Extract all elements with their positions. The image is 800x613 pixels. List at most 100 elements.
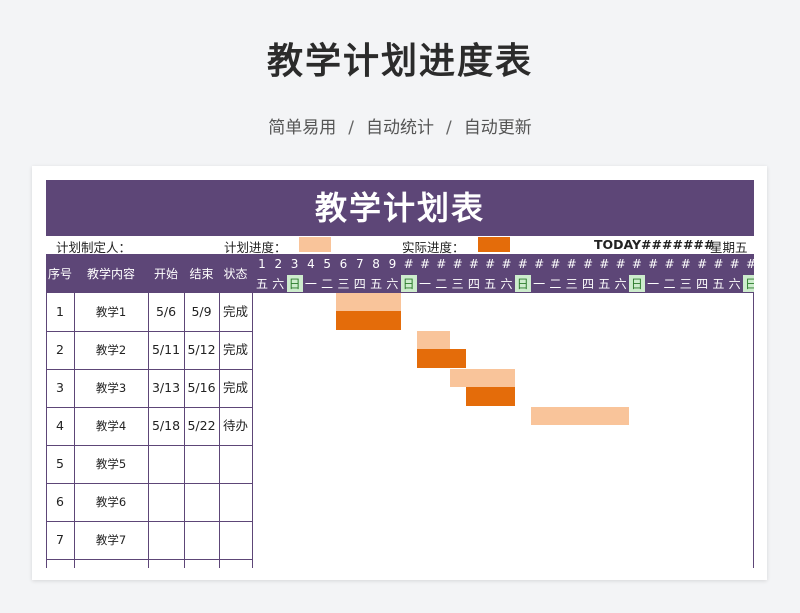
row-status: 完成: [222, 380, 248, 395]
weekday-label: 四: [467, 277, 480, 291]
weekday-label: 五: [598, 277, 611, 291]
row-end: [184, 483, 219, 521]
grid-line: [219, 293, 220, 568]
row-content: 教学3: [95, 381, 127, 395]
day-number: 3: [290, 257, 299, 271]
row-start: 5/18: [151, 418, 181, 433]
plan-bar: [531, 407, 629, 425]
row-start: 5/6: [155, 304, 177, 319]
row-end: 5/16: [187, 380, 216, 395]
actual-bar: [335, 311, 401, 330]
day-number: #: [403, 257, 414, 271]
grid-line: [252, 293, 253, 568]
row-content: 教学5: [95, 457, 127, 471]
row-status: 待办: [222, 418, 248, 433]
day-number: 6: [339, 257, 348, 271]
day-number: #: [648, 257, 659, 271]
day-number: #: [599, 257, 610, 271]
plan-bar: [417, 331, 450, 349]
row-status: 完成: [222, 304, 248, 319]
col-header-no: 序号: [47, 267, 72, 281]
day-number: #: [680, 257, 691, 271]
grid-line: [184, 293, 185, 568]
day-number: #: [697, 257, 708, 271]
day-number: #: [436, 257, 447, 271]
actual-progress-label: 实际进度：: [402, 240, 465, 255]
info-row: 计划制定人： 计划进度： 实际进度： TODAY####### 星期五: [46, 236, 754, 255]
weekday-label: 六: [614, 277, 627, 291]
actual-bar: [465, 387, 515, 406]
sheet-title: 教学计划表: [46, 180, 754, 236]
row-content: 教学2: [95, 343, 127, 357]
day-number: 5: [323, 257, 331, 271]
weekday-label: 日: [743, 275, 754, 292]
row-status: [219, 521, 252, 559]
spreadsheet: 教学计划表 计划制定人： 计划进度： 实际进度： TODAY####### 星期…: [46, 180, 754, 568]
table-row[interactable]: 2 教学2 5/11 5/12 完成: [46, 331, 252, 370]
row-content: 教学1: [95, 305, 127, 319]
weekday-label: 三: [565, 277, 578, 291]
weekday-label: 五: [370, 277, 383, 291]
weekday-label: 二: [663, 277, 676, 291]
row-no: 2: [56, 342, 64, 357]
col-header-status: 状态: [223, 267, 248, 281]
weekday-label: 四: [696, 277, 709, 291]
table-row[interactable]: 7 教学7: [46, 521, 252, 560]
day-number: #: [501, 257, 512, 271]
tag-easy: 简单易用: [268, 118, 337, 138]
weekday-label: 五: [484, 277, 497, 291]
day-number: #: [550, 257, 561, 271]
tag-separator: /: [348, 118, 354, 138]
row-no: 4: [56, 418, 64, 433]
plan-legend-swatch: [299, 237, 331, 252]
day-number: #: [729, 257, 740, 271]
feature-tags: 简单易用 / 自动统计 / 自动更新: [0, 113, 800, 138]
actual-legend-swatch: [478, 237, 510, 252]
table-row[interactable]: 1 教学1 5/6 5/9 完成: [46, 293, 252, 332]
row-start: [148, 445, 184, 483]
day-number: 4: [307, 257, 315, 271]
row-start: [148, 483, 184, 521]
weekday-value: 星期五: [710, 240, 748, 255]
grid-line: [74, 293, 75, 568]
day-number: #: [631, 257, 642, 271]
row-content: 教学4: [95, 419, 127, 433]
weekday-label: 二: [549, 277, 562, 291]
planner-label: 计划制定人：: [56, 240, 132, 255]
grid-line: [753, 293, 754, 568]
row-content: 教学7: [95, 533, 127, 547]
table-row[interactable]: 3 教学3 3/13 5/16 完成: [46, 369, 252, 408]
weekday-label: 一: [418, 277, 431, 291]
weekday-label: 六: [272, 277, 285, 291]
plan-bar: [449, 369, 515, 387]
plan-progress-label: 计划进度：: [224, 240, 287, 255]
row-content: 教学6: [95, 495, 127, 509]
day-number: #: [485, 257, 496, 271]
row-no: 6: [56, 494, 64, 509]
table-header: 序号 教学内容 开始 结束 状态 1 2 3 4 5 6 7 8 9 # # # # # # # # # # # # # #…: [46, 255, 754, 293]
day-number: #: [419, 257, 431, 271]
table-row[interactable]: 5 教学5: [46, 445, 252, 484]
weekday-label: 四: [581, 277, 594, 291]
row-status: 完成: [222, 342, 248, 357]
row-status: [219, 445, 252, 483]
day-number: #: [615, 257, 626, 271]
day-number: #: [566, 257, 577, 271]
table-row[interactable]: 4 教学4 5/18 5/22 待办: [46, 407, 252, 446]
weekday-label: 六: [386, 277, 399, 291]
day-number: #: [452, 257, 463, 271]
row-end: [184, 521, 219, 559]
table-row[interactable]: 6 教学6: [46, 483, 252, 522]
row-status: [219, 483, 252, 521]
day-number: #: [517, 257, 528, 271]
row-end: [184, 445, 219, 483]
row-start: 5/11: [151, 342, 181, 357]
page-title: 教学计划进度表: [266, 41, 533, 82]
day-number: 8: [372, 257, 380, 271]
weekday-label: 一: [533, 277, 546, 291]
col-header-content: 教学内容: [86, 267, 135, 281]
day-number: #: [534, 257, 545, 271]
row-start: [148, 521, 184, 559]
col-header-end: 结束: [189, 267, 214, 281]
day-number: #: [743, 257, 754, 271]
